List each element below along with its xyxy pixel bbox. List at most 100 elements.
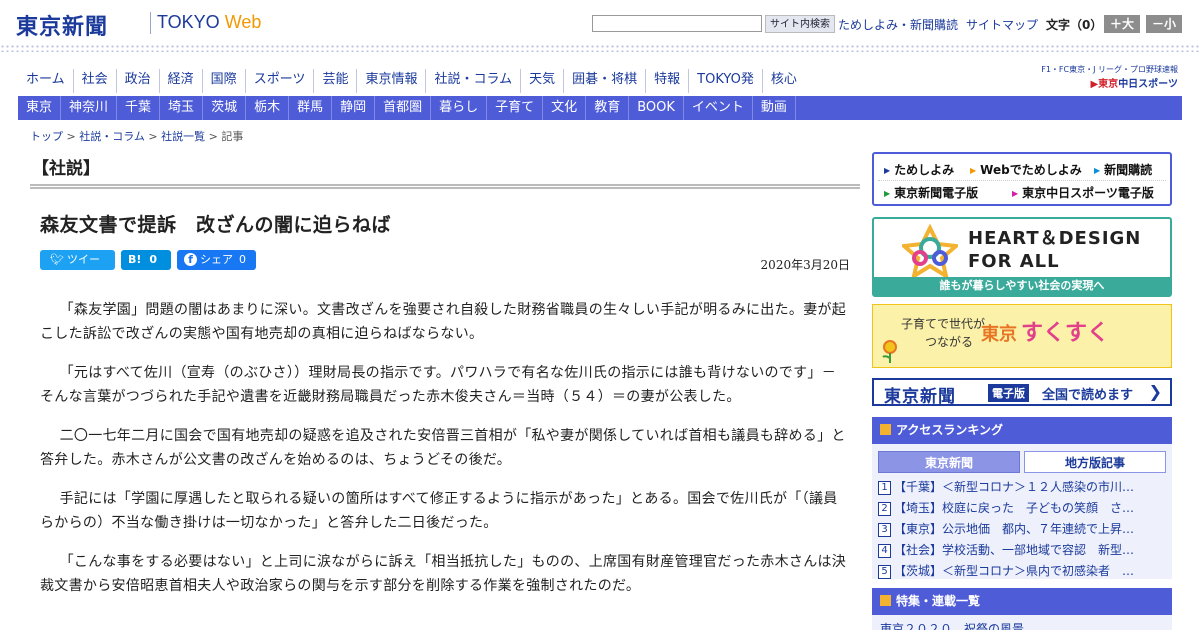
ranking-item-title: 【東京】公示地価 都内、７年連続で上昇… [894,522,1135,536]
chunichi-sports-banner[interactable]: F1・FC東京・J リーグ・プロ野球速報 ▶東京中日スポーツ [1024,64,1178,90]
ranking-header: アクセスランキング [872,417,1172,444]
sukusuku-tagline-line1: 子育てで世代が [901,317,986,331]
breadcrumb-link[interactable]: トップ [30,130,63,143]
fb-share-label: シェア [200,253,233,266]
header-dotted-divider [0,44,1200,52]
breadcrumb-sep: > [144,130,162,143]
ranking-item[interactable]: 3 【東京】公示地価 都内、７年連続で上昇… [878,519,1166,540]
main-nav-item[interactable]: TOKYO発 [689,69,763,93]
digital-edition-banner[interactable]: 東京新聞 電子版 全国で読めます ❯ [872,378,1172,407]
sukusuku-tagline: 子育てで世代が つながる [901,315,985,351]
main-nav-item[interactable]: 核心 [763,69,805,93]
breadcrumb-link[interactable]: 社説・コラム [79,130,145,143]
logo-en-suffix: Web [224,12,262,32]
ranking-bullet-icon [880,424,891,435]
main-nav-item[interactable]: 社説・コラム [426,69,522,93]
main-nav-item[interactable]: 国際 [203,69,246,93]
sitemap-link[interactable]: サイトマップ [966,16,1038,33]
font-size-down-button[interactable]: －小 [1146,15,1182,33]
ranking-item[interactable]: 4 【社会】学校活動、一部地域で容認 新型… [878,540,1166,561]
article-paragraph: 「元はすべて佐川（宣寿（のぶひさ））理財局長の指示です。パワハラで有名な佐川氏の… [40,365,837,405]
main-nav-item[interactable]: 社会 [74,69,117,93]
trial-link[interactable]: ためしよみ [884,161,954,178]
digital-edition-link[interactable]: 東京新聞電子版 [884,184,978,201]
site-header: 東京新聞 TOKYO Web サイト内検索 ためしよみ・新聞購読 サイトマップ … [0,0,1200,46]
rank-number: 4 [878,544,891,558]
area-nav-item[interactable]: BOOK [629,96,684,120]
main-nav-item[interactable]: 天気 [521,69,565,93]
subscribe-link[interactable]: 新聞購読 [1094,161,1152,178]
area-nav-item[interactable]: 茨城 [203,96,247,120]
main-nav-item[interactable]: 経済 [160,69,203,93]
sukusuku-banner[interactable]: 子育てで世代が つながる 東京 すくすく [872,304,1172,368]
ranking-item[interactable]: 5 【茨城】＜新型コロナ＞県内で初感染者 … [878,561,1166,582]
site-logo[interactable]: 東京新聞 [16,9,108,41]
features-bullet-icon [880,595,891,606]
ranking-item-title: 【茨城】＜新型コロナ＞県内で初感染者 … [894,564,1135,578]
area-nav-item[interactable]: イベント [684,96,753,120]
access-ranking: アクセスランキング 東京新聞 地方版記事 1 【千葉】＜新型コロナ＞１２人感染の市… [872,417,1172,579]
sukusuku-brand-name: すくすく [1021,320,1110,346]
breadcrumb-sep: > [205,130,222,143]
main-nav-item[interactable]: 囲碁・将棋 [564,69,647,93]
main-nav-item[interactable]: 政治 [117,69,160,93]
features-title: 特集・連載一覧 [896,594,981,608]
sports-banner-main: 中日スポーツ [1118,79,1178,90]
article-paragraph: 二〇一七年二月に国会で国有地売却の疑惑を追及された安倍晋三首相が「私や妻が関係し… [40,428,846,468]
breadcrumb-link[interactable]: 社説一覧 [161,130,205,143]
area-nav-item[interactable]: 教育 [586,96,630,120]
main-nav-item[interactable]: ホーム [18,69,74,93]
area-nav-item[interactable]: 子育て [487,96,544,120]
features-list: 特集・連載一覧 東京２０２０ 祝祭の風景 [872,588,1172,630]
ranking-item[interactable]: 2 【埼玉】校庭に戻った 子どもの笑顔 さ… [878,498,1166,519]
feature-item[interactable]: 東京２０２０ 祝祭の風景 [880,620,1024,630]
features-header: 特集・連載一覧 [872,588,1172,615]
main-nav: ホーム 社会 政治 経済 国際 スポーツ 芸能 東京情報 社説・コラム 天気 囲… [18,69,805,93]
search-button[interactable]: サイト内検索 [765,15,835,33]
area-nav-item[interactable]: 千葉 [117,96,161,120]
ranking-item[interactable]: 1 【千葉】＜新型コロナ＞１２人感染の市川… [878,477,1166,498]
area-nav-item[interactable]: 神奈川 [61,96,118,120]
area-nav-item[interactable]: 埼玉 [160,96,204,120]
heart-design-subtitle: 誰もが暮らしやすい社会の実現へ [874,277,1170,295]
web-trial-link[interactable]: Webでためしよみ [970,161,1082,178]
main-nav-item[interactable]: スポーツ [246,69,315,93]
flower-icon [882,340,897,363]
tweet-button[interactable]: 🐦︎ ツイート [40,250,115,286]
sukusuku-brand: 東京 すくすく [981,315,1109,347]
subscribe-link[interactable]: ためしよみ・新聞購読 [838,16,958,33]
area-nav-item[interactable]: 暮らし [431,96,488,120]
area-nav-item[interactable]: 動画 [753,96,796,120]
article-paragraph: 手記には「学園に厚遇したと取られる疑いの箇所はすべて修正するように指示があった」… [40,491,838,531]
facebook-share-button[interactable]: f シェア 0 [177,250,256,270]
ranking-item-title: 【千葉】＜新型コロナ＞１２人感染の市川… [894,480,1135,494]
digital-edition-tag: 電子版 [988,384,1029,402]
site-logo-en[interactable]: TOKYO Web [157,12,261,33]
area-nav-item[interactable]: 静岡 [332,96,376,120]
ranking-item-title: 【社会】学校活動、一部地域で容認 新型… [894,543,1135,557]
sukusuku-brand-prefix: 東京 [981,324,1017,345]
area-nav-item[interactable]: 文化 [543,96,587,120]
chunichi-digital-link[interactable]: 東京中日スポーツ電子版 [1012,184,1154,201]
search-input[interactable] [592,15,762,32]
article-body: 「森友学園」問題の闇はあまりに深い。文書改ざんを強要され自殺した財務省職員の生々… [40,298,850,613]
hatena-icon: B! [128,253,142,266]
area-nav-item[interactable]: 栃木 [246,96,290,120]
font-size-up-button[interactable]: ＋大 [1104,15,1140,33]
logo-divider [150,12,151,34]
main-nav-item[interactable]: 特報 [646,69,690,93]
rank-number: 1 [878,481,891,495]
area-nav-item[interactable]: 群馬 [289,96,333,120]
ranking-tab-tokyo[interactable]: 東京新聞 [878,451,1020,473]
ranking-tab-local[interactable]: 地方版記事 [1024,451,1166,473]
chevron-right-icon: ❯ [1148,382,1162,401]
area-nav-item[interactable]: 首都圏 [375,96,432,120]
hatena-bookmark-button[interactable]: B! 0 [121,250,171,270]
heart-design-banner[interactable]: HEART＆DESIGN FOR ALL 誰もが暮らしやすい社会の実現へ [872,217,1172,297]
main-nav-item[interactable]: 東京情報 [357,69,427,93]
article-paragraph: 「森友学園」問題の闇はあまりに深い。文書改ざんを強要され自殺した財務省職員の生々… [40,302,847,342]
heart-design-title: HEART＆DESIGN FOR ALL [968,227,1141,273]
links-divider [878,180,1166,181]
area-nav-item[interactable]: 東京 [18,96,62,120]
main-nav-item[interactable]: 芸能 [314,69,358,93]
